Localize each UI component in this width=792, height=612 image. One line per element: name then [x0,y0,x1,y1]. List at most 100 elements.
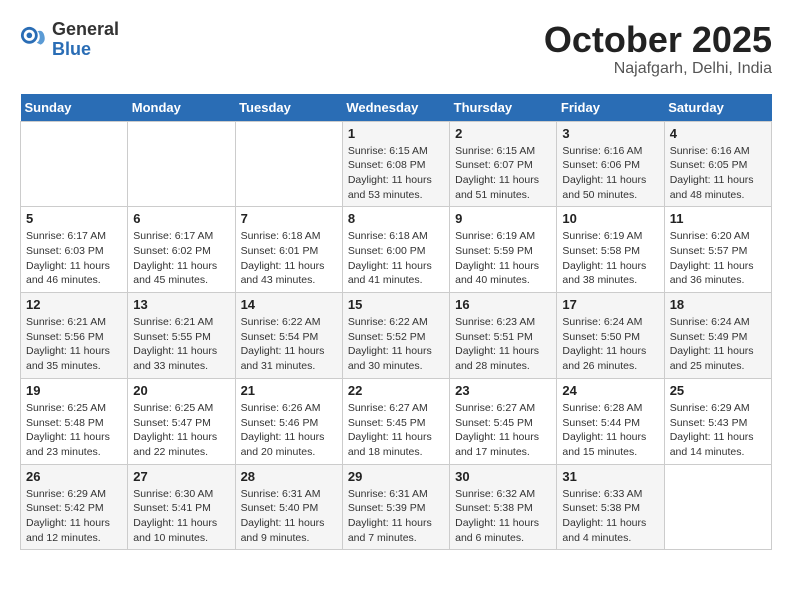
day-info: Sunrise: 6:31 AM Sunset: 5:39 PM Dayligh… [348,487,444,546]
day-info: Sunrise: 6:18 AM Sunset: 6:01 PM Dayligh… [241,229,337,288]
day-number: 21 [241,383,337,398]
day-info: Sunrise: 6:21 AM Sunset: 5:56 PM Dayligh… [26,315,122,374]
day-number: 18 [670,297,766,312]
day-number: 29 [348,469,444,484]
day-number: 11 [670,211,766,226]
calendar-cell: 4 Sunrise: 6:16 AM Sunset: 6:05 PM Daylig… [664,121,771,207]
logo-text: General Blue [52,20,119,60]
day-number: 16 [455,297,551,312]
header-row: Sunday Monday Tuesday Wednesday Thursday… [21,94,772,122]
calendar-cell: 28 Sunrise: 6:31 AM Sunset: 5:40 PM Dayli… [235,464,342,550]
header-thursday: Thursday [450,94,557,122]
day-number: 8 [348,211,444,226]
day-info: Sunrise: 6:23 AM Sunset: 5:51 PM Dayligh… [455,315,551,374]
calendar-cell: 29 Sunrise: 6:31 AM Sunset: 5:39 PM Dayli… [342,464,449,550]
calendar-cell: 8 Sunrise: 6:18 AM Sunset: 6:00 PM Daylig… [342,207,449,293]
day-number: 5 [26,211,122,226]
day-info: Sunrise: 6:25 AM Sunset: 5:47 PM Dayligh… [133,401,229,460]
day-number: 6 [133,211,229,226]
calendar-cell: 24Sunrise: 6:28 AM Sunset: 5:44 PM Dayli… [557,378,664,464]
day-info: Sunrise: 6:31 AM Sunset: 5:40 PM Dayligh… [241,487,337,546]
day-number: 4 [670,126,766,141]
day-info: Sunrise: 6:20 AM Sunset: 5:57 PM Dayligh… [670,229,766,288]
calendar-cell: 22Sunrise: 6:27 AM Sunset: 5:45 PM Dayli… [342,378,449,464]
day-info: Sunrise: 6:33 AM Sunset: 5:38 PM Dayligh… [562,487,658,546]
day-info: Sunrise: 6:21 AM Sunset: 5:55 PM Dayligh… [133,315,229,374]
calendar-cell: 19 Sunrise: 6:25 AM Sunset: 5:48 PM Dayli… [21,378,128,464]
day-info: Sunrise: 6:18 AM Sunset: 6:00 PM Dayligh… [348,229,444,288]
day-info: Sunrise: 6:29 AM Sunset: 5:42 PM Dayligh… [26,487,122,546]
day-info: Sunrise: 6:30 AM Sunset: 5:41 PM Dayligh… [133,487,229,546]
day-info: Sunrise: 6:17 AM Sunset: 6:03 PM Dayligh… [26,229,122,288]
day-number: 7 [241,211,337,226]
day-info: Sunrise: 6:22 AM Sunset: 5:52 PM Dayligh… [348,315,444,374]
header-sunday: Sunday [21,94,128,122]
day-info: Sunrise: 6:16 AM Sunset: 6:05 PM Dayligh… [670,144,766,203]
day-info: Sunrise: 6:22 AM Sunset: 5:54 PM Dayligh… [241,315,337,374]
calendar-cell [664,464,771,550]
header-saturday: Saturday [664,94,771,122]
day-number: 30 [455,469,551,484]
day-info: Sunrise: 6:29 AM Sunset: 5:43 PM Dayligh… [670,401,766,460]
day-number: 17 [562,297,658,312]
calendar-cell: 5 Sunrise: 6:17 AM Sunset: 6:03 PM Daylig… [21,207,128,293]
logo-icon [20,26,48,54]
day-number: 19 [26,383,122,398]
day-info: Sunrise: 6:32 AM Sunset: 5:38 PM Dayligh… [455,487,551,546]
calendar-subtitle: Najafgarh, Delhi, India [544,60,772,78]
calendar-cell: 20 Sunrise: 6:25 AM Sunset: 5:47 PM Dayli… [128,378,235,464]
day-info: Sunrise: 6:17 AM Sunset: 6:02 PM Dayligh… [133,229,229,288]
day-number: 27 [133,469,229,484]
week-row-1: 1Sunrise: 6:15 AM Sunset: 6:08 PM Daylig… [21,121,772,207]
header-friday: Friday [557,94,664,122]
calendar-body: 1Sunrise: 6:15 AM Sunset: 6:08 PM Daylig… [21,121,772,550]
day-info: Sunrise: 6:27 AM Sunset: 5:45 PM Dayligh… [348,401,444,460]
calendar-cell: 18Sunrise: 6:24 AM Sunset: 5:49 PM Dayli… [664,293,771,379]
day-info: Sunrise: 6:16 AM Sunset: 6:06 PM Dayligh… [562,144,658,203]
day-number: 25 [670,383,766,398]
week-row-5: 26Sunrise: 6:29 AM Sunset: 5:42 PM Dayli… [21,464,772,550]
calendar-cell: 15 Sunrise: 6:22 AM Sunset: 5:52 PM Dayli… [342,293,449,379]
day-info: Sunrise: 6:19 AM Sunset: 5:59 PM Dayligh… [455,229,551,288]
day-info: Sunrise: 6:15 AM Sunset: 6:07 PM Dayligh… [455,144,551,203]
day-info: Sunrise: 6:25 AM Sunset: 5:48 PM Dayligh… [26,401,122,460]
calendar-cell: 16 Sunrise: 6:23 AM Sunset: 5:51 PM Dayli… [450,293,557,379]
calendar-table: Sunday Monday Tuesday Wednesday Thursday… [20,94,772,551]
day-number: 2 [455,126,551,141]
day-number: 12 [26,297,122,312]
day-number: 9 [455,211,551,226]
calendar-cell: 6 Sunrise: 6:17 AM Sunset: 6:02 PM Daylig… [128,207,235,293]
calendar-cell: 13 Sunrise: 6:21 AM Sunset: 5:55 PM Dayli… [128,293,235,379]
calendar-cell: 27 Sunrise: 6:30 AM Sunset: 5:41 PM Dayli… [128,464,235,550]
day-info: Sunrise: 6:27 AM Sunset: 5:45 PM Dayligh… [455,401,551,460]
day-number: 3 [562,126,658,141]
calendar-cell: 21Sunrise: 6:26 AM Sunset: 5:46 PM Dayli… [235,378,342,464]
calendar-cell: 14 Sunrise: 6:22 AM Sunset: 5:54 PM Dayli… [235,293,342,379]
calendar-cell: 11 Sunrise: 6:20 AM Sunset: 5:57 PM Dayli… [664,207,771,293]
calendar-cell: 31Sunrise: 6:33 AM Sunset: 5:38 PM Dayli… [557,464,664,550]
week-row-3: 12 Sunrise: 6:21 AM Sunset: 5:56 PM Dayli… [21,293,772,379]
calendar-cell: 1Sunrise: 6:15 AM Sunset: 6:08 PM Daylig… [342,121,449,207]
calendar-cell: 25 Sunrise: 6:29 AM Sunset: 5:43 PM Dayli… [664,378,771,464]
header: General Blue October 2025 Najafgarh, Del… [20,20,772,78]
day-info: Sunrise: 6:19 AM Sunset: 5:58 PM Dayligh… [562,229,658,288]
calendar-cell: 23Sunrise: 6:27 AM Sunset: 5:45 PM Dayli… [450,378,557,464]
day-number: 14 [241,297,337,312]
day-number: 1 [348,126,444,141]
calendar-title: October 2025 [544,20,772,60]
calendar-cell: 2 Sunrise: 6:15 AM Sunset: 6:07 PM Daylig… [450,121,557,207]
day-number: 20 [133,383,229,398]
calendar-cell [21,121,128,207]
day-number: 15 [348,297,444,312]
header-monday: Monday [128,94,235,122]
week-row-4: 19 Sunrise: 6:25 AM Sunset: 5:48 PM Dayli… [21,378,772,464]
day-number: 28 [241,469,337,484]
calendar-cell: 3 Sunrise: 6:16 AM Sunset: 6:06 PM Daylig… [557,121,664,207]
header-wednesday: Wednesday [342,94,449,122]
day-number: 10 [562,211,658,226]
day-number: 24 [562,383,658,398]
calendar-cell: 9 Sunrise: 6:19 AM Sunset: 5:59 PM Daylig… [450,207,557,293]
calendar-cell: 17Sunrise: 6:24 AM Sunset: 5:50 PM Dayli… [557,293,664,379]
calendar-cell: 26Sunrise: 6:29 AM Sunset: 5:42 PM Dayli… [21,464,128,550]
day-number: 13 [133,297,229,312]
